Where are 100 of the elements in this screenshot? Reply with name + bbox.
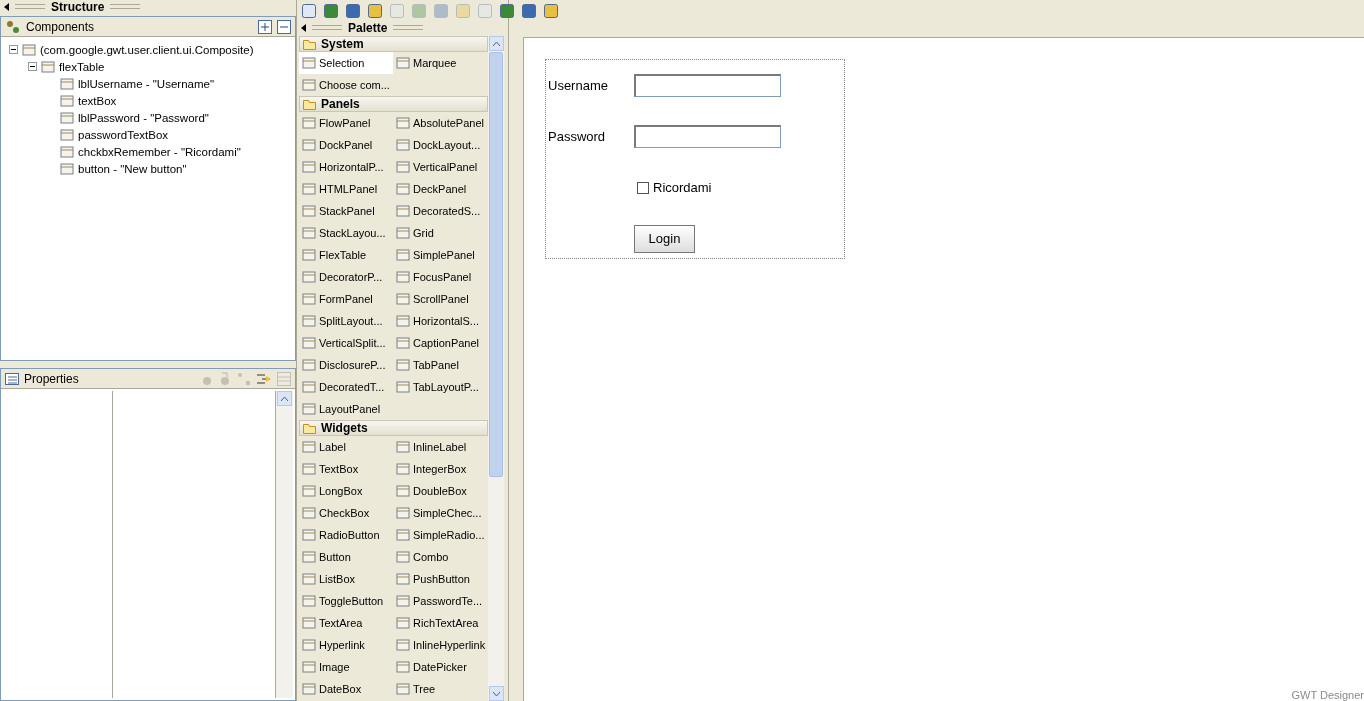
scroll-up-button[interactable]	[488, 36, 504, 51]
palette-item[interactable]: DockPanel	[299, 134, 393, 156]
widget-icon	[302, 638, 316, 652]
palette-item[interactable]: RichTextArea	[393, 612, 487, 634]
toolbar-button[interactable]	[322, 1, 340, 20]
palette-item[interactable]: CaptionPanel	[393, 332, 487, 354]
palette-item[interactable]: TextArea	[299, 612, 393, 634]
palette-category[interactable]: System	[299, 36, 488, 52]
tree-node-label[interactable]: chckbxRemember - "Ricordami"	[78, 145, 241, 158]
widget-icon	[302, 314, 316, 328]
palette-item[interactable]: InlineLabel	[393, 436, 487, 458]
tree-node-label[interactable]: textBox	[78, 94, 117, 107]
scroll-down-button[interactable]	[488, 686, 504, 701]
collapse-arrow-icon[interactable]	[4, 2, 9, 11]
palette-item[interactable]: DoubleBox	[393, 480, 487, 502]
palette-item[interactable]: DecoratedS...	[393, 200, 487, 222]
palette-item[interactable]: DecoratorP...	[299, 266, 393, 288]
palette-item[interactable]: TextBox	[299, 458, 393, 480]
toolbar-button[interactable]	[366, 1, 384, 20]
palette-item[interactable]: IntegerBox	[393, 458, 487, 480]
palette-item[interactable]: VerticalSplit...	[299, 332, 393, 354]
palette-item[interactable]: StackPanel	[299, 200, 393, 222]
palette-item[interactable]: DateBox	[299, 678, 393, 700]
password-field[interactable]	[634, 125, 781, 148]
palette-item[interactable]: PushButton	[393, 568, 487, 590]
collapse-toggle[interactable]	[9, 45, 18, 54]
palette-item[interactable]: DockLayout...	[393, 134, 487, 156]
palette-category[interactable]: Panels	[299, 96, 488, 112]
palette-item[interactable]: HorizontalS...	[393, 310, 487, 332]
collapse-arrow-icon[interactable]	[301, 23, 306, 32]
palette-item[interactable]: HTMLPanel	[299, 178, 393, 200]
tree-node-label[interactable]: button - "New button"	[78, 162, 187, 175]
palette-item[interactable]: DeckPanel	[393, 178, 487, 200]
login-button[interactable]: Login	[634, 224, 695, 253]
palette-item[interactable]: Image	[299, 656, 393, 678]
widget-icon	[302, 182, 316, 196]
tree-node-label[interactable]: flexTable	[59, 60, 105, 73]
widget-icon	[396, 440, 410, 454]
collapse-toggle[interactable]	[28, 62, 37, 71]
palette-item[interactable]: FormPanel	[299, 288, 393, 310]
widget-icon	[396, 226, 410, 240]
palette-item[interactable]: PasswordTe...	[393, 590, 487, 612]
components-icon	[5, 18, 21, 35]
widget-icon	[302, 528, 316, 542]
palette-item[interactable]: Button	[299, 546, 393, 568]
palette-item[interactable]: InlineHyperlink	[393, 634, 487, 656]
palette-item[interactable]: FlowPanel	[299, 112, 393, 134]
palette-item[interactable]: AbsolutePanel	[393, 112, 487, 134]
palette-item[interactable]: LayoutPanel	[299, 398, 393, 420]
properties-icon	[5, 372, 19, 385]
widget-icon	[396, 616, 410, 630]
palette-item[interactable]: LongBox	[299, 480, 393, 502]
tree-node-label[interactable]: (com.google.gwt.user.client.ui.Composite)	[40, 43, 254, 56]
remember-checkbox[interactable]: Ricordami	[634, 180, 844, 195]
palette-item[interactable]: StackLayou...	[299, 222, 393, 244]
tree-node-label[interactable]: lblPassword - "Password"	[78, 111, 209, 124]
tree-node-label[interactable]: passwordTextBox	[78, 128, 169, 141]
palette-item[interactable]: SimpleRadio...	[393, 524, 487, 546]
checkbox[interactable]	[637, 181, 649, 194]
palette-item[interactable]: RadioButton	[299, 524, 393, 546]
palette-item[interactable]: Tree	[393, 678, 487, 700]
toolbar-button[interactable]	[344, 1, 362, 20]
palette-item[interactable]: ListBox	[299, 568, 393, 590]
widget-icon	[302, 550, 316, 564]
palette-item[interactable]: Grid	[393, 222, 487, 244]
palette-item[interactable]: FocusPanel	[393, 266, 487, 288]
palette-item[interactable]: TabLayoutP...	[393, 376, 487, 398]
palette-item[interactable]: HorizontalP...	[299, 156, 393, 178]
palette-item[interactable]: ToggleButton	[299, 590, 393, 612]
scroll-up-button[interactable]	[277, 391, 292, 406]
collapse-all-icon[interactable]	[277, 19, 291, 34]
palette-item[interactable]: SimpleChec...	[393, 502, 487, 524]
toolbar-button[interactable]	[498, 1, 516, 20]
palette-item[interactable]: DatePicker	[393, 656, 487, 678]
palette-item[interactable]: ScrollPanel	[393, 288, 487, 310]
toolbar-button[interactable]	[520, 1, 538, 20]
expand-all-icon[interactable]	[258, 19, 272, 34]
palette-item[interactable]: DisclosureP...	[299, 354, 393, 376]
palette-item[interactable]: FlexTable	[299, 244, 393, 266]
palette-item[interactable]: SplitLayout...	[299, 310, 393, 332]
palette-item[interactable]: VerticalPanel	[393, 156, 487, 178]
toolbar-button[interactable]	[542, 1, 560, 20]
palette-item[interactable]: CheckBox	[299, 502, 393, 524]
palette-item[interactable]: Selection	[299, 52, 393, 74]
palette-item[interactable]: Hyperlink	[299, 634, 393, 656]
palette-item[interactable]: Choose com...	[299, 74, 393, 96]
palette-item[interactable]: TabPanel	[393, 354, 487, 376]
palette-item[interactable]: Label	[299, 436, 393, 458]
scrollbar-thumb[interactable]	[489, 52, 503, 477]
toolbar-button[interactable]	[300, 1, 318, 20]
caret-icon	[281, 396, 288, 401]
palette-item[interactable]: Marquee	[393, 52, 487, 74]
widget-icon	[396, 292, 410, 306]
username-field[interactable]	[634, 74, 781, 97]
dots-icon[interactable]	[237, 371, 251, 386]
palette-category[interactable]: Widgets	[299, 420, 488, 436]
palette-item[interactable]: Combo	[393, 546, 487, 568]
palette-item[interactable]: SimplePanel	[393, 244, 487, 266]
tree-node-label[interactable]: lblUsername - "Username"	[78, 77, 214, 90]
palette-item[interactable]: DecoratedT...	[299, 376, 393, 398]
